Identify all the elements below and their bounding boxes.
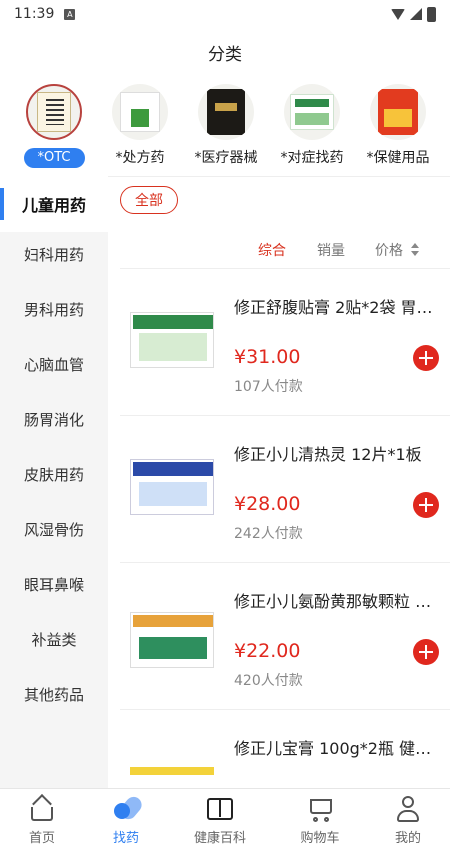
tab-find-medicine[interactable]: 找药 <box>84 793 168 846</box>
medical-device-box-icon <box>198 84 254 140</box>
sidebar-item-skin[interactable]: 皮肤用药 <box>0 446 108 502</box>
divider <box>120 709 450 710</box>
tab-health-encyclopedia[interactable]: 健康百科 <box>178 795 262 846</box>
sidebar-item-gynecology[interactable]: 妇科用药 <box>0 226 108 282</box>
add-to-cart-icon[interactable] <box>413 492 439 518</box>
product-price: ¥22.00 <box>234 640 301 662</box>
sort-price[interactable]: 价格 <box>375 240 403 260</box>
sort-bar: 综合 销量 价格 <box>108 240 450 262</box>
sort-sales[interactable]: 销量 <box>317 240 345 260</box>
product-item[interactable]: 修正小儿氨酚黄那敏颗粒 1… ¥22.00 420人付款 <box>108 562 450 709</box>
status-bar: 11:39 A <box>0 0 450 28</box>
sidebar-item-cardio[interactable]: 心脑血管 <box>0 336 108 392</box>
status-icons <box>391 6 436 22</box>
category-medical-device[interactable]: *医疗器械 <box>182 84 270 168</box>
product-sold-count: 420人付款 <box>234 673 303 689</box>
bottom-tab-bar: 首页 找药 健康百科 购物车 我的 <box>0 788 450 850</box>
product-sold-count: 107人付款 <box>234 379 303 395</box>
sidebar-item-rheumatism[interactable]: 风湿骨伤 <box>0 501 108 557</box>
health-encyclopedia-icon <box>206 795 234 823</box>
page-title: 分类 <box>208 45 242 65</box>
tab-label: 我的 <box>394 831 421 846</box>
tab-label: 首页 <box>28 831 55 846</box>
wifi-icon <box>391 8 405 20</box>
category-health-products[interactable]: *保健用品 <box>354 84 442 168</box>
category-label: *医疗器械 <box>194 150 258 166</box>
sidebar-item-other[interactable]: 其他药品 <box>0 666 108 722</box>
product-image[interactable] <box>130 312 214 368</box>
category-label: *对症找药 <box>280 150 344 166</box>
category-sidebar: 儿童用药 妇科用药 男科用药 心脑血管 肠胃消化 皮肤用药 风湿骨伤 眼耳鼻喉 … <box>0 176 108 788</box>
product-image[interactable] <box>130 459 214 515</box>
category-prescription[interactable]: *处方药 <box>96 84 184 168</box>
category-otc[interactable]: *OTC <box>10 84 98 168</box>
product-list: 修正舒腹贴膏 2贴*2袋 胃… ¥31.00 107人付款 修正小儿清热灵 12… <box>108 268 450 788</box>
symptom-medicine-box-icon <box>284 84 340 140</box>
product-name[interactable]: 修正小儿清热灵 12片*1板 <box>234 441 438 465</box>
tab-label: 找药 <box>112 831 139 846</box>
tab-cart[interactable]: 购物车 <box>278 795 362 846</box>
product-item[interactable]: 修正舒腹贴膏 2贴*2袋 胃… ¥31.00 107人付款 <box>108 268 450 415</box>
product-name[interactable]: 修正儿宝膏 100g*2瓶 健脾… <box>234 735 438 759</box>
sidebar-item-ent[interactable]: 眼耳鼻喉 <box>0 556 108 612</box>
add-to-cart-icon[interactable] <box>413 345 439 371</box>
divider <box>120 562 450 563</box>
sidebar-item-children[interactable]: 儿童用药 <box>0 176 108 232</box>
product-item[interactable]: 修正小儿清热灵 12片*1板 ¥28.00 242人付款 <box>108 415 450 562</box>
home-icon <box>28 794 56 823</box>
product-name[interactable]: 修正小儿氨酚黄那敏颗粒 1… <box>234 588 438 612</box>
sort-arrows-icon[interactable] <box>411 243 419 257</box>
product-item[interactable]: 修正儿宝膏 100g*2瓶 健脾… <box>108 709 450 788</box>
category-label: *处方药 <box>115 150 165 166</box>
add-to-cart-icon[interactable] <box>413 639 439 665</box>
divider <box>120 415 450 416</box>
notification-a-icon: A <box>64 8 76 20</box>
tab-home[interactable]: 首页 <box>0 794 84 846</box>
product-image[interactable] <box>130 612 214 668</box>
battery-icon <box>427 6 436 22</box>
signal-icon <box>410 8 422 20</box>
prescription-box-icon <box>112 84 168 140</box>
tab-label: 健康百科 <box>193 831 246 846</box>
category-label: *OTC <box>23 148 85 168</box>
all-filter-button[interactable]: 全部 <box>120 186 178 214</box>
product-price: ¥31.00 <box>234 346 301 368</box>
product-image[interactable] <box>130 767 214 775</box>
category-label: *保健用品 <box>366 150 430 166</box>
profile-icon <box>394 795 422 823</box>
sidebar-item-andrology[interactable]: 男科用药 <box>0 281 108 337</box>
status-time: 11:39 <box>14 6 55 22</box>
divider <box>120 268 450 269</box>
find-medicine-icon <box>112 793 145 823</box>
tab-profile[interactable]: 我的 <box>366 795 450 846</box>
otc-medicine-box-icon <box>26 84 82 140</box>
sidebar-item-digestive[interactable]: 肠胃消化 <box>0 391 108 447</box>
tab-label: 购物车 <box>300 831 340 846</box>
product-price: ¥28.00 <box>234 493 301 515</box>
sidebar-item-tonic[interactable]: 补益类 <box>0 611 108 667</box>
cart-icon <box>306 795 334 823</box>
product-name[interactable]: 修正舒腹贴膏 2贴*2袋 胃… <box>234 294 438 318</box>
sort-comprehensive[interactable]: 综合 <box>258 240 286 260</box>
category-symptom[interactable]: *对症找药 <box>268 84 356 168</box>
category-row: *OTC *处方药 *医疗器械 *对症找药 *保健用品 <box>0 84 450 174</box>
health-product-box-icon <box>370 84 426 140</box>
product-sold-count: 242人付款 <box>234 526 303 542</box>
